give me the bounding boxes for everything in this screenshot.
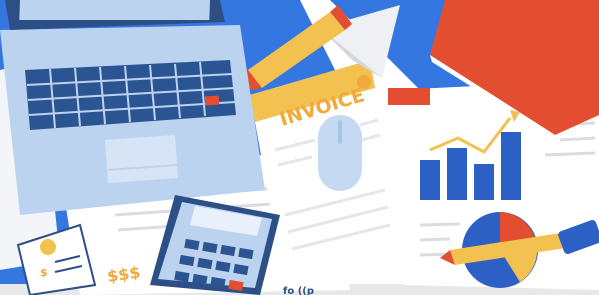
mouse-icon <box>318 115 362 191</box>
invoice-seal-icon <box>357 75 371 89</box>
laptop-icon <box>0 0 265 215</box>
trackpad <box>105 135 178 183</box>
bottom-text: fo ((p <box>283 286 314 295</box>
illustration-canvas: INVOICE $ $$$ fo ((p <box>0 0 599 295</box>
svg-text:$: $ <box>40 266 48 279</box>
coin-icon <box>40 239 56 255</box>
finance-illustration: INVOICE $ $$$ fo ((p <box>0 0 599 295</box>
